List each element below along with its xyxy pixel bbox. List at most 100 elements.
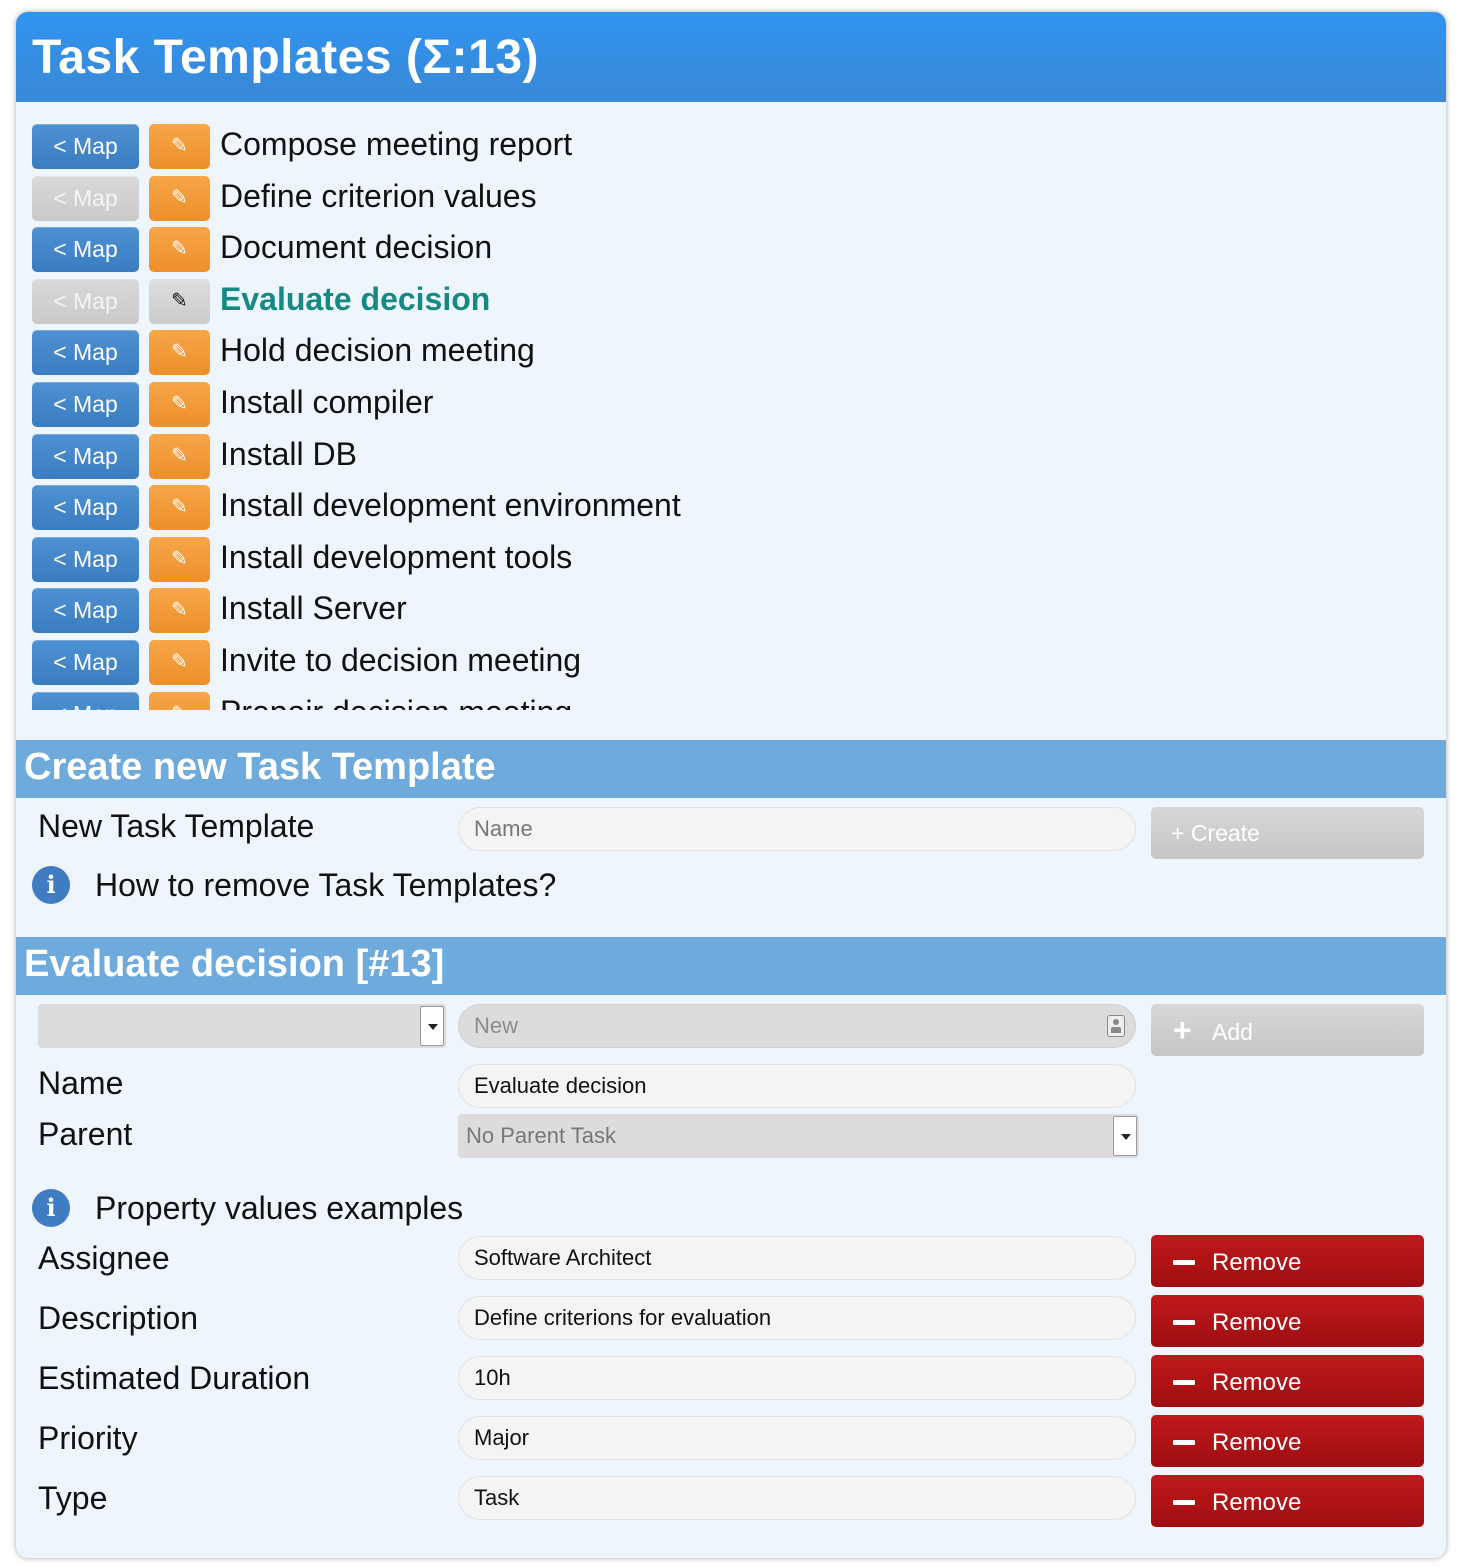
property-value-field[interactable] — [458, 1236, 1136, 1280]
map-button[interactable]: < Map — [32, 382, 139, 427]
remove-property-button[interactable]: Remove — [1151, 1235, 1424, 1287]
edit-button[interactable]: ✎ — [149, 124, 210, 169]
template-name[interactable]: Install development environment — [220, 485, 681, 531]
task-template-list[interactable]: < Map ✎ Compose meeting report < Map ✎ Define… — [16, 122, 1446, 710]
map-button[interactable]: < Map — [32, 175, 139, 221]
edit-button[interactable]: ✎ — [149, 227, 210, 273]
edit-button[interactable]: ✎ — [149, 691, 210, 710]
contact-card-icon — [1107, 1015, 1125, 1037]
edit-button[interactable]: ✎ — [149, 382, 210, 427]
template-row: < Map ✎ Install DB — [32, 433, 1432, 480]
pencil-icon: ✎ — [171, 496, 188, 519]
new-property-input[interactable]: New — [458, 1004, 1136, 1048]
remove-button-label: Remove — [1212, 1489, 1302, 1516]
edit-button[interactable]: ✎ — [149, 433, 210, 479]
edit-button[interactable]: ✎ — [149, 640, 210, 685]
template-name[interactable]: Install compiler — [220, 382, 433, 428]
property-label: Assignee — [38, 1240, 170, 1276]
name-label: Name — [38, 1065, 124, 1101]
new-task-template-label: New Task Template — [38, 808, 315, 844]
edit-button[interactable]: ✎ — [149, 485, 210, 531]
template-row: < Map ✎ Evaluate decision — [32, 278, 1432, 325]
edit-button[interactable]: ✎ — [149, 588, 210, 634]
page-title: Task Templates (Σ:13) — [32, 31, 540, 84]
map-button[interactable]: < Map — [32, 691, 139, 710]
property-select[interactable] — [38, 1004, 446, 1048]
property-label: Type — [38, 1480, 108, 1516]
pencil-icon: ✎ — [171, 186, 188, 209]
map-button[interactable]: < Map — [32, 278, 139, 324]
template-name[interactable]: Evaluate decision — [220, 279, 490, 325]
edit-button[interactable]: ✎ — [149, 278, 210, 324]
info-icon[interactable]: i — [32, 1189, 70, 1227]
map-button[interactable]: < Map — [32, 330, 139, 376]
remove-button-label: Remove — [1212, 1309, 1302, 1336]
template-name[interactable]: Install development tools — [220, 537, 572, 583]
property-value-field[interactable] — [458, 1356, 1136, 1400]
create-button[interactable]: + Create — [1151, 807, 1424, 859]
add-property-button[interactable]: + Add — [1151, 1004, 1424, 1056]
template-row: < Map ✎ Prepair decision meeting — [32, 691, 1432, 710]
edit-button[interactable]: ✎ — [149, 330, 210, 376]
edit-button[interactable]: ✎ — [149, 175, 210, 221]
remove-templates-help-link[interactable]: How to remove Task Templates? — [95, 867, 556, 904]
chevron-down-icon[interactable] — [1113, 1116, 1137, 1156]
remove-property-button[interactable]: Remove — [1151, 1355, 1424, 1407]
pencil-icon: ✎ — [171, 289, 188, 312]
minus-icon — [1173, 1380, 1195, 1385]
template-row: < Map ✎ Install development tools — [32, 536, 1432, 583]
remove-property-button[interactable]: Remove — [1151, 1415, 1424, 1467]
remove-button-label: Remove — [1212, 1249, 1302, 1276]
property-value-field[interactable] — [458, 1296, 1136, 1340]
new-template-name-input[interactable] — [458, 807, 1136, 851]
property-examples-help-link[interactable]: Property values examples — [95, 1190, 463, 1227]
add-button-label: Add — [1212, 1019, 1253, 1045]
pencil-icon: ✎ — [171, 444, 188, 467]
remove-property-button[interactable]: Remove — [1151, 1295, 1424, 1347]
map-button[interactable]: < Map — [32, 588, 139, 634]
template-row: < Map ✎ Install Server — [32, 588, 1432, 634]
remove-button-label: Remove — [1212, 1429, 1302, 1456]
details-section-title: Evaluate decision [#13] — [24, 943, 445, 985]
map-button[interactable]: < Map — [32, 433, 139, 479]
details-section-header: Evaluate decision [#13] — [16, 937, 1446, 995]
template-name[interactable]: Invite to decision meeting — [220, 640, 581, 686]
parent-select[interactable]: No Parent Task — [458, 1114, 1139, 1158]
remove-property-button[interactable]: Remove — [1151, 1475, 1424, 1527]
template-name-field[interactable] — [458, 1064, 1136, 1108]
edit-button[interactable]: ✎ — [149, 536, 210, 582]
property-label: Estimated Duration — [38, 1360, 311, 1396]
template-row: < Map ✎ Compose meeting report — [32, 124, 1432, 170]
chevron-down-icon[interactable] — [420, 1006, 444, 1046]
map-button[interactable]: < Map — [32, 227, 139, 273]
pencil-icon: ✎ — [171, 599, 188, 622]
template-name[interactable]: Prepair decision meeting — [220, 692, 572, 710]
map-button[interactable]: < Map — [32, 536, 139, 582]
info-icon[interactable]: i — [32, 866, 70, 904]
template-name[interactable]: Hold decision meeting — [220, 330, 535, 376]
template-name[interactable]: Install DB — [220, 434, 357, 480]
template-row: < Map ✎ Define criterion values — [32, 175, 1432, 222]
property-value-field[interactable] — [458, 1416, 1136, 1460]
template-row: < Map ✎ Invite to decision meeting — [32, 640, 1432, 686]
plus-icon: + — [1173, 1012, 1192, 1048]
template-name[interactable]: Define criterion values — [220, 176, 537, 222]
pencil-icon: ✎ — [171, 703, 188, 710]
template-name[interactable]: Compose meeting report — [220, 124, 572, 170]
pencil-icon: ✎ — [171, 651, 188, 673]
template-name[interactable]: Install Server — [220, 588, 407, 634]
property-value-field[interactable] — [458, 1476, 1136, 1520]
minus-icon — [1173, 1260, 1195, 1265]
map-button[interactable]: < Map — [32, 485, 139, 531]
create-section-header: Create new Task Template — [16, 740, 1446, 798]
minus-icon — [1173, 1500, 1195, 1505]
title-bar: Task Templates (Σ:13) — [16, 12, 1446, 102]
template-row: < Map ✎ Document decision — [32, 227, 1432, 273]
parent-select-value: No Parent Task — [466, 1123, 617, 1148]
minus-icon — [1173, 1320, 1195, 1325]
new-property-placeholder: New — [474, 1013, 519, 1038]
pencil-icon: ✎ — [171, 238, 188, 261]
map-button[interactable]: < Map — [32, 640, 139, 685]
map-button[interactable]: < Map — [32, 124, 139, 169]
template-name[interactable]: Document decision — [220, 227, 492, 273]
